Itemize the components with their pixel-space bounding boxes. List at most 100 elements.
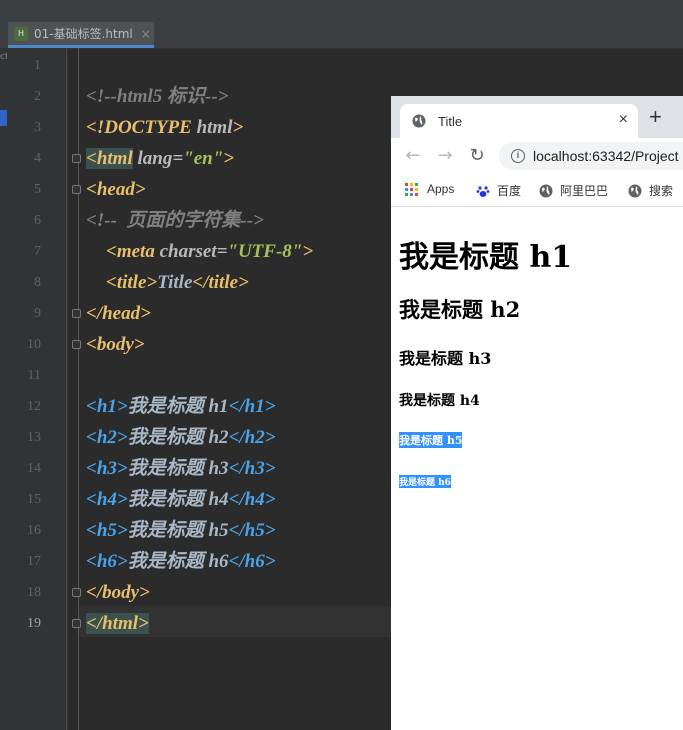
h2-open-tag: <h2> bbox=[86, 427, 128, 448]
line-number: 7 bbox=[34, 244, 41, 259]
bookmark-label: 搜索 bbox=[649, 184, 674, 198]
line-number: 5 bbox=[34, 182, 41, 197]
back-arrow-icon[interactable]: ← bbox=[403, 146, 423, 166]
head-open-tag: <head> bbox=[86, 179, 146, 200]
line-number: 6 bbox=[34, 213, 41, 228]
h2-close-tag: </h2> bbox=[228, 427, 276, 448]
h1-close-tag: </h1> bbox=[228, 396, 276, 417]
code-line-19: </html> bbox=[86, 608, 149, 639]
line-number: 3 bbox=[34, 120, 41, 135]
baidu-paw-icon bbox=[476, 185, 490, 197]
line-number: 4 bbox=[34, 151, 41, 166]
h5-close-tag: </h5> bbox=[228, 520, 276, 541]
code-line-16: <h5>我是标题 h5</h5> bbox=[86, 515, 276, 546]
code-line-9: </head> bbox=[86, 298, 151, 329]
h3-text: 我是标题 h3 bbox=[127, 458, 229, 479]
fold-marker[interactable] bbox=[72, 185, 81, 194]
bookmarks-bar: Apps 百度 阿里巴巴 搜索 bbox=[391, 174, 683, 207]
string-value: "en" bbox=[183, 148, 224, 169]
code-line-18: </body> bbox=[86, 577, 150, 608]
heading-h6-selected: 我是标题 h6 bbox=[399, 475, 451, 488]
fold-marker[interactable] bbox=[72, 340, 81, 349]
heading-h3: 我是标题 h3 bbox=[399, 349, 492, 368]
code-line-4: <html lang="en"> bbox=[86, 143, 234, 174]
fold-marker[interactable] bbox=[72, 619, 81, 628]
bookmark-label: Apps bbox=[427, 182, 455, 196]
file-tab[interactable]: H 01-基础标签.html × bbox=[8, 22, 154, 48]
title-open-tag: <title> bbox=[106, 272, 158, 293]
body-close-tag: </body> bbox=[86, 582, 150, 603]
line-number: 9 bbox=[34, 306, 41, 321]
title-close-tag: </title> bbox=[192, 272, 249, 293]
h6-close-tag: </h6> bbox=[228, 551, 276, 572]
tab-close-icon[interactable]: × bbox=[619, 111, 628, 129]
heading-h1: 我是标题 h1 bbox=[399, 240, 573, 275]
globe-icon bbox=[412, 114, 426, 128]
forward-arrow-icon[interactable]: → bbox=[435, 146, 455, 166]
line-number: 13 bbox=[27, 430, 41, 445]
apps-grid-icon bbox=[405, 182, 418, 196]
doctype-tag: <!DOCTYPE bbox=[86, 117, 192, 138]
code-line-5: <head> bbox=[86, 174, 146, 205]
fold-marker[interactable] bbox=[72, 588, 81, 597]
bookmark-label: 阿里巴巴 bbox=[560, 184, 609, 198]
code-line-8: <title>Title</title> bbox=[106, 267, 249, 298]
selection-marker bbox=[0, 110, 7, 126]
head-close-tag: </head> bbox=[86, 303, 151, 324]
address-url: localhost:63342/Project bbox=[533, 148, 679, 164]
code-line-12: <h1>我是标题 h1</h1> bbox=[86, 391, 276, 422]
line-number: 10 bbox=[27, 337, 41, 352]
close-icon[interactable]: × bbox=[141, 27, 151, 41]
h3-open-tag: <h3> bbox=[86, 458, 128, 479]
h4-open-tag: <h4> bbox=[86, 489, 128, 510]
browser-tab[interactable]: Title × bbox=[400, 104, 638, 138]
fold-marker[interactable] bbox=[72, 154, 81, 163]
line-number-current: 19 bbox=[27, 616, 41, 631]
heading-h5-selected: 我是标题 h5 bbox=[399, 432, 463, 448]
h4-close-tag: </h4> bbox=[228, 489, 276, 510]
line-number: 15 bbox=[27, 492, 41, 507]
h5-text: 我是标题 h5 bbox=[127, 520, 229, 541]
h1-text: 我是标题 h1 bbox=[127, 396, 229, 417]
comment-text: <!--html5 标识--> bbox=[86, 86, 229, 107]
line-number: 11 bbox=[27, 368, 41, 383]
h6-open-tag: <h6> bbox=[86, 551, 128, 572]
bookmark-baidu[interactable]: 百度 bbox=[476, 182, 521, 199]
attr-text: html bbox=[191, 117, 233, 138]
browser-window: Title × + ← → ↻ i localhost:63342/Projec… bbox=[391, 96, 683, 730]
bookmark-label: 百度 bbox=[497, 184, 522, 198]
ide-title-bar bbox=[0, 0, 683, 20]
bookmark-apps[interactable]: Apps bbox=[405, 182, 454, 196]
fold-guide bbox=[66, 48, 67, 730]
info-icon[interactable]: i bbox=[511, 149, 525, 163]
code-line-2: <!--html5 标识--> bbox=[86, 81, 229, 112]
code-line-14: <h3>我是标题 h3</h3> bbox=[86, 453, 276, 484]
bookmark-search[interactable]: 搜索 bbox=[628, 182, 673, 199]
code-line-10: <body> bbox=[86, 329, 145, 360]
heading-h4: 我是标题 h4 bbox=[399, 393, 480, 409]
h6-text: 我是标题 h6 bbox=[127, 551, 229, 572]
attr-text: lang= bbox=[132, 148, 184, 169]
code-line-13: <h2>我是标题 h2</h2> bbox=[86, 422, 276, 453]
h1-open-tag: <h1> bbox=[86, 396, 128, 417]
line-number: 16 bbox=[27, 523, 41, 538]
code-line-15: <h4>我是标题 h4</h4> bbox=[86, 484, 276, 515]
bookmark-alibaba[interactable]: 阿里巴巴 bbox=[539, 182, 608, 199]
string-value: "UTF-8" bbox=[227, 241, 303, 262]
line-number: 18 bbox=[27, 585, 41, 600]
address-bar[interactable]: i localhost:63342/Project bbox=[499, 142, 683, 170]
new-tab-button[interactable]: + bbox=[649, 106, 662, 128]
line-number: 2 bbox=[34, 89, 41, 104]
browser-toolbar: ← → ↻ i localhost:63342/Project bbox=[391, 138, 683, 174]
line-number: 1 bbox=[34, 58, 41, 73]
reload-icon[interactable]: ↻ bbox=[467, 146, 487, 166]
file-tab-label: 01-基础标签.html bbox=[34, 27, 133, 41]
body-open-tag: <body> bbox=[86, 334, 145, 355]
browser-tab-title: Title bbox=[438, 113, 463, 129]
code-line-6: <!-- 页面的字符集--> bbox=[86, 205, 264, 236]
line-number: 12 bbox=[27, 399, 41, 414]
project-tool-strip: ct bbox=[0, 48, 8, 730]
html-file-icon: H bbox=[14, 26, 28, 41]
fold-marker[interactable] bbox=[72, 309, 81, 318]
line-number: 17 bbox=[27, 554, 41, 569]
